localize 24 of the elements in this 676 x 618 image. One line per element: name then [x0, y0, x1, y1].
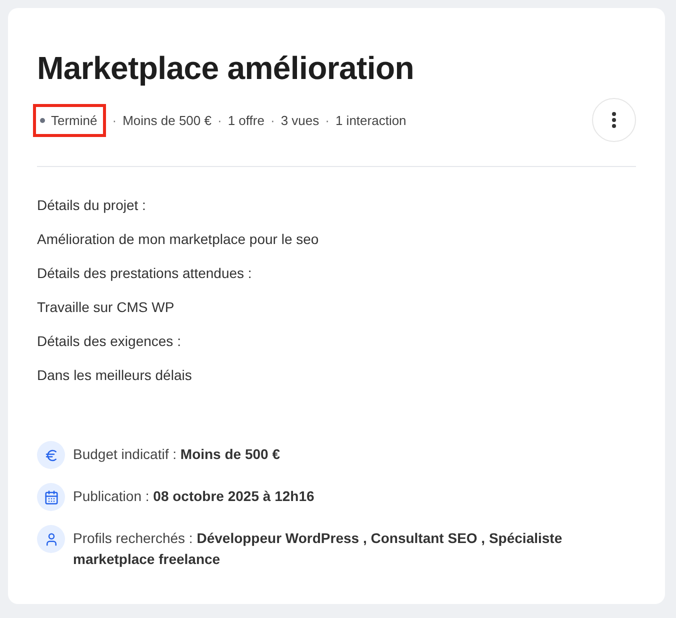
calendar-icon	[37, 483, 65, 511]
detail-text: Détails des prestations attendues :	[37, 265, 253, 281]
info-text: Publication : 08 octobre 2025 à 12h16	[73, 487, 314, 506]
euro-icon	[37, 441, 65, 469]
status-text: Terminé	[51, 112, 98, 128]
detail-text: Détails du projet :	[37, 197, 147, 213]
detail-text: Détails des exigences :	[37, 333, 182, 349]
detail-text: Amélioration de mon marketplace pour le seo	[37, 231, 320, 247]
detail-text: Dans les meilleurs délais	[37, 367, 193, 383]
meta-text: Moins de 500 €	[122, 112, 212, 128]
meta-text: 1 offre	[228, 112, 264, 128]
detail-text: Travaille sur CMS WP	[37, 299, 176, 315]
separator-dot: ·	[270, 112, 275, 128]
more-icon	[612, 112, 616, 128]
meta-text: 3 vues	[280, 112, 320, 128]
separator-dot: ·	[218, 112, 222, 128]
separator-dot: ·	[325, 112, 330, 128]
info-text: Budget indicatif : Moins de 500 €	[73, 445, 280, 464]
more-button[interactable]	[592, 98, 636, 142]
info-text: Profils recherchés : Développeur WordPress , Consultant SEO , Spécialiste marketplace freelance	[73, 529, 564, 569]
meta-text: 1 interaction	[335, 112, 406, 128]
project-title: Marketplace amélioration	[37, 49, 415, 88]
person-icon	[37, 525, 65, 553]
separator-dot: ·	[112, 112, 117, 128]
